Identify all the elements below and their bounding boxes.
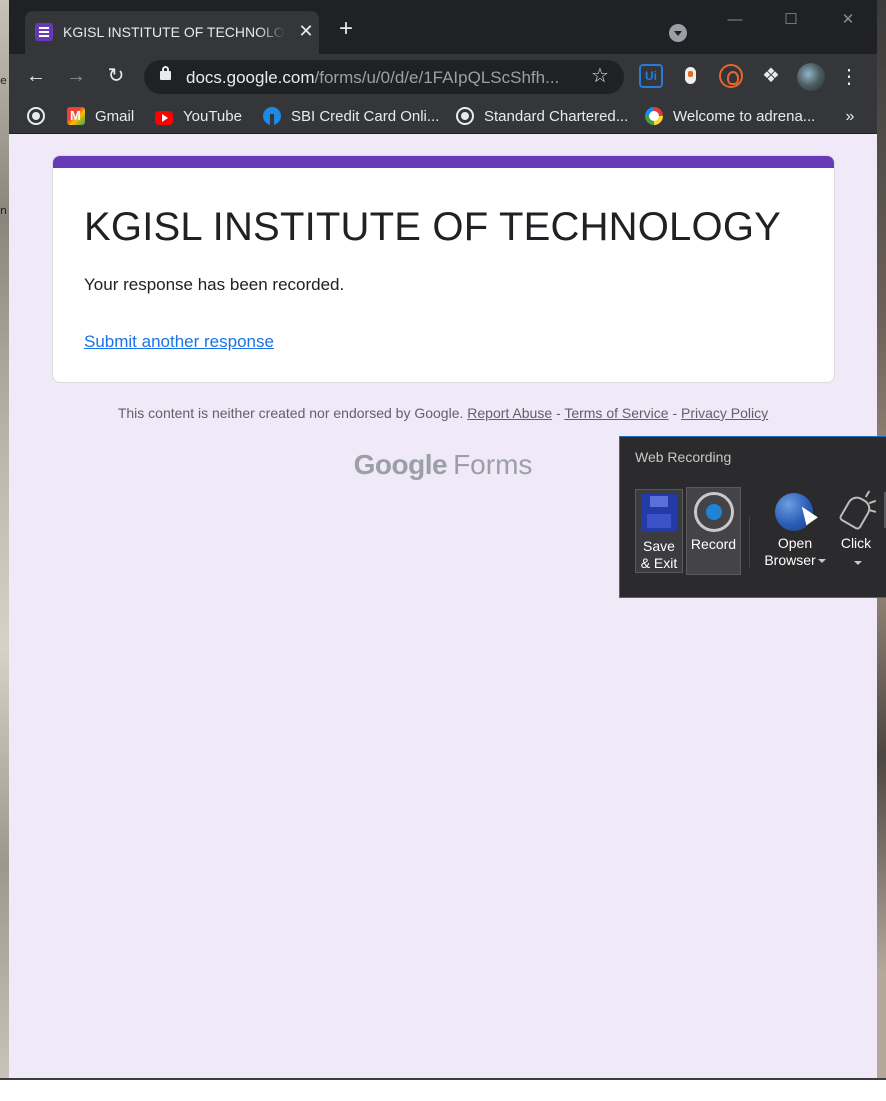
disclaimer-text: This content is neither created nor endo… bbox=[117, 405, 464, 421]
forms-wordmark: Forms bbox=[453, 449, 533, 480]
toolbar-divider bbox=[749, 517, 750, 567]
url-path: /forms/u/0/d/e/1FAIpQLScShfh... bbox=[314, 68, 560, 87]
bookmark-label: Welcome to adrena... bbox=[673, 108, 816, 125]
bookmark-label: Standard Chartered... bbox=[484, 108, 629, 125]
save-disk-icon bbox=[641, 494, 677, 532]
lock-icon bbox=[160, 66, 171, 80]
extensions-puzzle-icon[interactable]: ❖ bbox=[759, 64, 783, 88]
terms-of-service-link[interactable]: Terms of Service bbox=[564, 405, 668, 421]
click-ray bbox=[868, 499, 877, 505]
globe-icon bbox=[27, 107, 45, 126]
bookmark-gmail[interactable]: Gmail bbox=[67, 105, 134, 129]
tab-strip: KGISL INSTITUTE OF TECHNOLOGY ✕ + — ☐ ✕ bbox=[9, 0, 877, 54]
address-bar[interactable]: docs.google.com/forms/u/0/d/e/1FAIpQLScS… bbox=[144, 60, 624, 94]
confirmation-message: Your response has been recorded. bbox=[84, 275, 345, 294]
back-icon[interactable]: ← bbox=[22, 62, 50, 90]
footer-disclaimer: This content is neither created nor endo… bbox=[9, 403, 877, 423]
record-label: Record bbox=[690, 536, 737, 552]
desktop-text-fragment: n bbox=[0, 204, 7, 217]
record-icon bbox=[694, 492, 734, 532]
record-button[interactable]: Record bbox=[686, 487, 741, 575]
bookmark-label: Gmail bbox=[95, 108, 135, 125]
chevron-down-icon bbox=[817, 559, 826, 564]
bookmark-standard-chartered[interactable]: Standard Chartered... bbox=[456, 105, 628, 129]
click-pointer-icon bbox=[838, 493, 874, 531]
tab-search-icon[interactable] bbox=[669, 24, 687, 42]
uipath-extension-icon[interactable]: Ui bbox=[639, 64, 663, 88]
open-browser-button[interactable]: Open Browser bbox=[760, 489, 830, 575]
submit-another-response-link[interactable]: Submit another response bbox=[84, 331, 274, 353]
form-page: KGISL INSTITUTE OF TECHNOLOGY Your respo… bbox=[9, 135, 877, 1078]
bookmark-apps[interactable] bbox=[27, 105, 55, 129]
globe-icon bbox=[456, 107, 474, 126]
form-title: KGISL INSTITUTE OF TECHNOLOGY bbox=[84, 205, 782, 249]
save-exit-label-line1: Save bbox=[643, 538, 675, 554]
web-recording-title: Web Recording bbox=[635, 449, 732, 465]
bookmarks-bar: Gmail YouTube SBI Credit Card Onli... St… bbox=[9, 100, 877, 134]
profile-avatar[interactable] bbox=[797, 63, 825, 91]
open-browser-label-line1: Open bbox=[777, 535, 813, 551]
new-tab-button[interactable]: + bbox=[335, 17, 357, 41]
open-browser-label-line2: Browser bbox=[760, 552, 830, 569]
click-label: Click bbox=[840, 535, 872, 551]
tab-active[interactable]: KGISL INSTITUTE OF TECHNOLOGY ✕ bbox=[25, 11, 319, 54]
forward-icon[interactable]: → bbox=[62, 62, 90, 90]
open-browser-label: Open Browser bbox=[760, 535, 830, 569]
save-exit-label: Save & Exit bbox=[636, 538, 682, 572]
sbi-icon bbox=[263, 107, 281, 126]
web-recording-panel: Web Recording Save & Exit Record Open Br… bbox=[619, 436, 886, 598]
tab-close-icon[interactable]: ✕ bbox=[296, 21, 316, 41]
maximize-button[interactable]: ☐ bbox=[779, 8, 803, 32]
url-text[interactable]: docs.google.com/forms/u/0/d/e/1FAIpQLScS… bbox=[186, 68, 578, 88]
click-button[interactable]: Click bbox=[834, 489, 878, 575]
response-card: KGISL INSTITUTE OF TECHNOLOGY Your respo… bbox=[52, 155, 835, 383]
browser-menu-icon[interactable]: ⋮ bbox=[839, 63, 859, 91]
chevron-down-icon[interactable] bbox=[854, 561, 862, 565]
youtube-icon bbox=[155, 111, 173, 126]
mouse-extension-icon[interactable] bbox=[679, 64, 703, 88]
desktop-text-fragment: e bbox=[0, 74, 7, 87]
click-ray bbox=[864, 490, 871, 498]
footer-separator: - bbox=[672, 405, 678, 421]
bookmark-label: SBI Credit Card Onli... bbox=[291, 108, 440, 125]
privacy-policy-link[interactable]: Privacy Policy bbox=[681, 405, 768, 421]
click-ray bbox=[868, 509, 877, 513]
minimize-button[interactable]: — bbox=[723, 8, 747, 32]
bookmark-youtube[interactable]: YouTube bbox=[155, 105, 242, 129]
card-accent-bar bbox=[53, 156, 834, 168]
bookmark-adrena[interactable]: Welcome to adrena... bbox=[645, 105, 815, 129]
fire-extension-icon[interactable] bbox=[719, 64, 743, 88]
save-exit-label-line2: & Exit bbox=[640, 555, 678, 571]
bookmark-label: YouTube bbox=[183, 108, 242, 125]
report-abuse-link[interactable]: Report Abuse bbox=[467, 405, 552, 421]
browser-toolbar: ← → ↻ docs.google.com/forms/u/0/d/e/1FAI… bbox=[9, 54, 877, 100]
adrena-icon bbox=[645, 107, 663, 126]
save-exit-button[interactable]: Save & Exit bbox=[635, 489, 683, 573]
footer-separator: - bbox=[556, 405, 561, 421]
bookmark-star-icon[interactable]: ☆ bbox=[589, 65, 611, 87]
url-domain: docs.google.com bbox=[186, 68, 315, 87]
bookmark-sbi[interactable]: SBI Credit Card Onli... bbox=[263, 105, 439, 129]
desktop-background-left: e n bbox=[0, 0, 9, 1080]
bookmarks-overflow-icon[interactable]: » bbox=[841, 105, 859, 129]
tab-title: KGISL INSTITUTE OF TECHNOLOGY bbox=[63, 24, 285, 40]
taskbar-edge bbox=[0, 1078, 886, 1080]
google-forms-favicon-icon bbox=[35, 23, 53, 41]
reload-icon[interactable]: ↻ bbox=[102, 62, 130, 90]
google-wordmark: Google bbox=[353, 449, 448, 480]
open-browser-label-text: Browser bbox=[764, 552, 816, 568]
close-window-button[interactable]: ✕ bbox=[836, 8, 860, 32]
gmail-icon bbox=[67, 107, 85, 126]
